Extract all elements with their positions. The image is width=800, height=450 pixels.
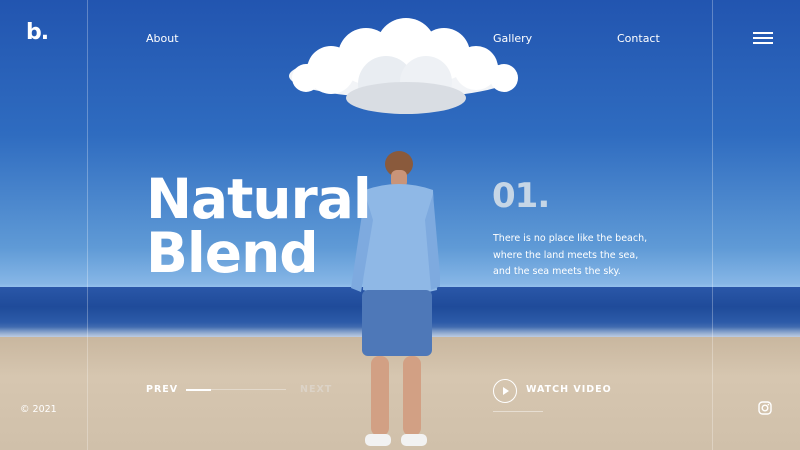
next-button[interactable]: NEXT	[300, 384, 332, 395]
copyright-text: © 2021	[20, 404, 57, 415]
nav-about-link[interactable]: About	[146, 32, 179, 45]
description-line: where the land meets the sea,	[493, 249, 639, 261]
nav-gallery-link[interactable]: Gallery	[493, 32, 532, 45]
watch-video-button[interactable]: WATCH VIDEO	[526, 384, 612, 395]
description-line: and the sea meets the sky.	[493, 266, 621, 277]
play-icon[interactable]	[493, 379, 517, 403]
grid-line	[712, 0, 713, 450]
hero-title: Natural Blend	[146, 167, 372, 285]
hero-title-line2: Blend	[146, 221, 319, 285]
cloud-image	[289, 18, 518, 114]
slider-progress	[186, 388, 286, 391]
nav-contact-link[interactable]: Contact	[617, 32, 660, 45]
menu-icon[interactable]	[753, 32, 775, 44]
brand-logo[interactable]: b.	[26, 20, 49, 45]
hero-description: There is no place like the beach, where …	[493, 231, 663, 281]
watch-video-underline	[493, 411, 543, 412]
description-line: There is no place like the beach,	[493, 233, 648, 244]
hero-stage: b. About Gallery Contact Natural Blend 0…	[0, 0, 800, 450]
hero-title-line1: Natural	[146, 167, 372, 231]
slide-number: 01.	[492, 176, 550, 216]
grid-line	[87, 0, 88, 450]
instagram-icon[interactable]	[758, 401, 772, 415]
prev-button[interactable]: PREV	[146, 384, 178, 395]
slider-progress-fill	[186, 388, 211, 391]
